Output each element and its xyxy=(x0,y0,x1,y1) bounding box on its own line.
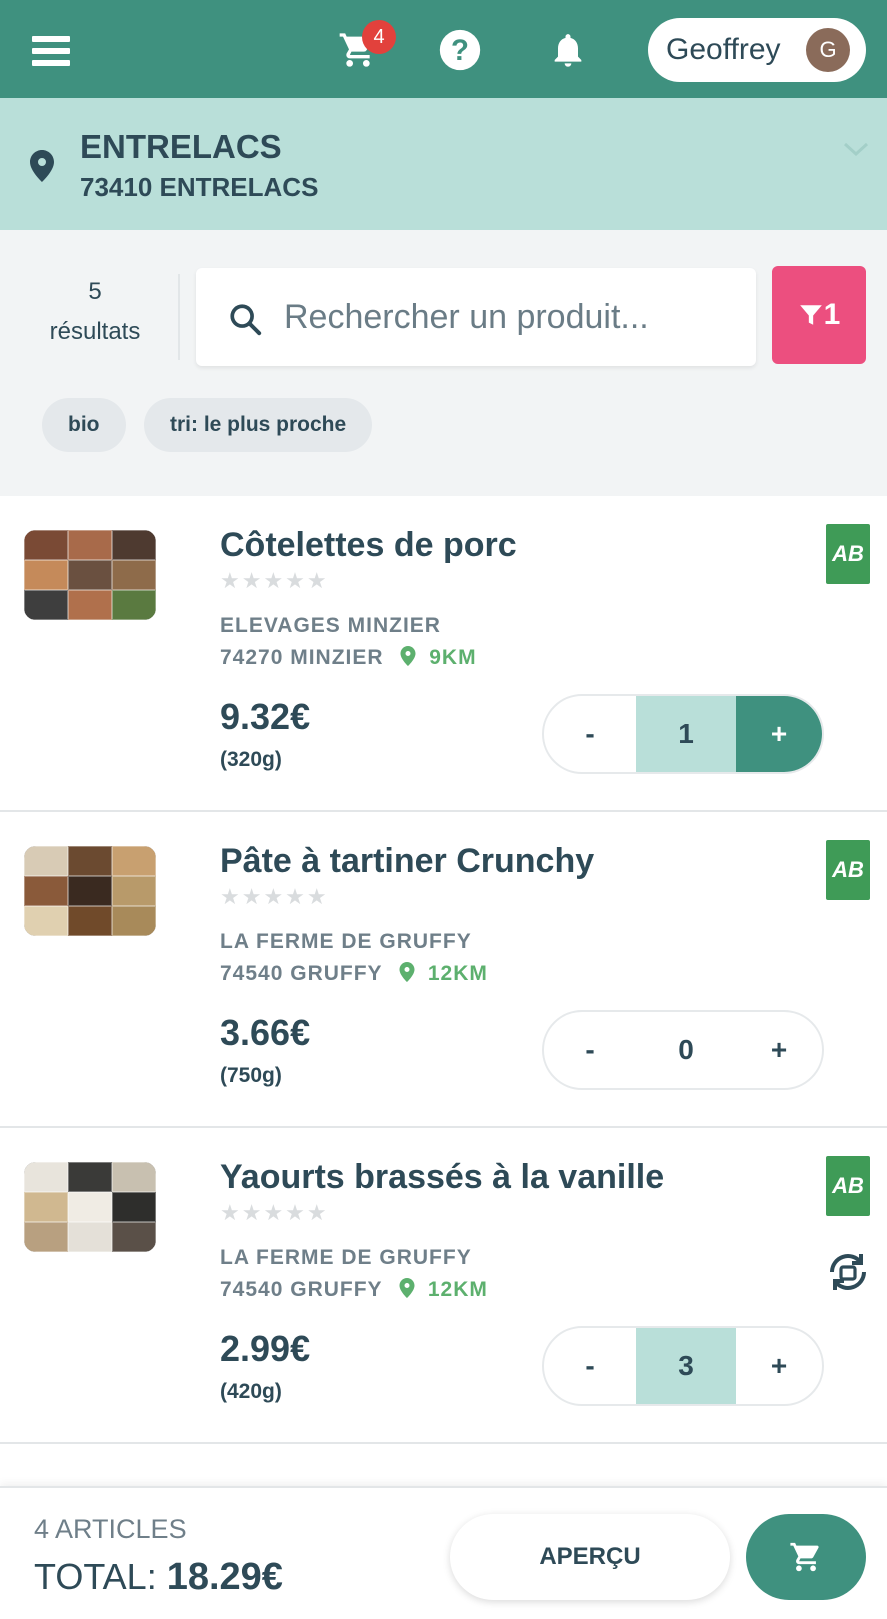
rating-stars: ★★★★★ xyxy=(220,1200,329,1225)
increase-button[interactable]: + xyxy=(736,696,822,772)
checkout-cart-button[interactable] xyxy=(746,1514,866,1600)
product-image xyxy=(24,530,156,620)
filter-button[interactable]: 1 xyxy=(772,266,866,364)
decrease-button[interactable]: - xyxy=(544,696,636,772)
map-pin-icon xyxy=(400,646,416,666)
search-icon xyxy=(230,304,262,336)
hamburger-menu-icon[interactable] xyxy=(32,36,70,68)
organic-ab-icon: AB xyxy=(826,840,870,900)
map-pin-icon xyxy=(399,1278,415,1298)
help-button[interactable]: ? xyxy=(436,26,484,74)
distance: 12KM xyxy=(427,1278,488,1301)
results-count: 5 résultats xyxy=(49,278,141,345)
quantity-value: 3 xyxy=(636,1328,736,1404)
filter-count: 1 xyxy=(823,298,841,331)
distance: 9KM xyxy=(429,646,477,669)
chip-sort[interactable]: tri: le plus proche xyxy=(144,398,373,452)
cart-summary-bar: 4 ARTICLES TOTAL: 18.29€ APERÇU xyxy=(0,1486,887,1619)
cart-total: TOTAL: 18.29€ xyxy=(34,1556,283,1598)
bell-icon xyxy=(554,34,582,67)
product-image xyxy=(24,1162,156,1252)
producer-name[interactable]: LA FERME DE GRUFFY xyxy=(220,930,472,954)
filter-icon xyxy=(799,305,822,325)
user-menu-button[interactable]: Geoffrey G xyxy=(648,18,866,82)
product-name[interactable]: Yaourts brassés à la vanille xyxy=(220,1158,664,1197)
total-value: 18.29€ xyxy=(166,1556,283,1598)
cart-button[interactable]: 4 xyxy=(334,20,396,74)
product-name[interactable]: Pâte à tartiner Crunchy xyxy=(220,842,594,881)
decrease-button[interactable]: - xyxy=(544,1328,636,1404)
rating-stars: ★★★★★ xyxy=(220,568,329,593)
producer-location: 74270 MINZIER 9KM xyxy=(220,646,477,669)
map-pin-icon xyxy=(399,962,415,982)
quantity-stepper: - 1 + xyxy=(542,694,824,774)
product-price: 9.32€ xyxy=(220,696,311,737)
producer-location: 74540 GRUFFY 12KM xyxy=(220,962,488,985)
top-bar: 4 ? Geoffrey G xyxy=(0,0,887,98)
quantity-value: 0 xyxy=(678,1034,694,1065)
rating-stars: ★★★★★ xyxy=(220,884,329,909)
quantity-stepper: - 0 + xyxy=(542,1010,824,1090)
divider xyxy=(178,274,180,360)
producer-name[interactable]: ELEVAGES MINZIER xyxy=(220,614,441,638)
product-weight: (320g) xyxy=(220,748,282,771)
product-price: 2.99€ xyxy=(220,1328,311,1369)
decrease-button[interactable]: - xyxy=(544,1012,636,1088)
producer-location: 74540 GRUFFY 12KM xyxy=(220,1278,488,1301)
search-input[interactable]: Rechercher un produit... xyxy=(196,268,756,366)
organic-ab-icon: AB xyxy=(826,524,870,584)
location-zip: 73410 ENTRELACS xyxy=(80,172,319,202)
quantity-value: 1 xyxy=(636,696,736,772)
distance: 12KM xyxy=(427,962,488,985)
subscription-refresh-icon[interactable] xyxy=(824,1248,872,1296)
notifications-button[interactable] xyxy=(544,26,592,74)
articles-count: 4 ARTICLES xyxy=(34,1514,187,1544)
increase-button[interactable]: + xyxy=(736,1012,822,1088)
cart-count-badge: 4 xyxy=(362,20,396,54)
search-placeholder: Rechercher un produit... xyxy=(284,298,649,336)
avatar: G xyxy=(806,28,850,72)
cart-icon xyxy=(790,1542,819,1572)
svg-text:?: ? xyxy=(451,34,469,67)
quantity-stepper: - 3 + xyxy=(542,1326,824,1406)
product-weight: (420g) xyxy=(220,1380,282,1403)
location-city: ENTRELACS xyxy=(80,128,282,165)
product-card[interactable]: Côtelettes de porc ★★★★★ ELEVAGES MINZIE… xyxy=(0,496,887,812)
search-section: 5 résultats Rechercher un produit... 1 b… xyxy=(0,230,887,496)
user-name: Geoffrey xyxy=(666,33,781,66)
producer-name[interactable]: LA FERME DE GRUFFY xyxy=(220,1246,472,1270)
question-icon: ? xyxy=(439,29,481,71)
product-card[interactable]: Yaourts brassés à la vanille ★★★★★ LA FE… xyxy=(0,1128,887,1444)
product-name[interactable]: Côtelettes de porc xyxy=(220,526,517,565)
product-image xyxy=(24,846,156,936)
chip-bio[interactable]: bio xyxy=(42,398,126,452)
increase-button[interactable]: + xyxy=(736,1328,822,1404)
location-selector[interactable]: ENTRELACS 73410 ENTRELACS xyxy=(0,98,887,230)
map-pin-icon xyxy=(30,150,54,182)
product-card[interactable]: Pâte à tartiner Crunchy ★★★★★ LA FERME D… xyxy=(0,812,887,1128)
preview-button[interactable]: APERÇU xyxy=(450,1514,730,1600)
organic-ab-icon: AB xyxy=(826,1156,870,1216)
product-price: 3.66€ xyxy=(220,1012,311,1053)
product-weight: (750g) xyxy=(220,1064,282,1087)
chevron-down-icon[interactable] xyxy=(842,140,870,158)
